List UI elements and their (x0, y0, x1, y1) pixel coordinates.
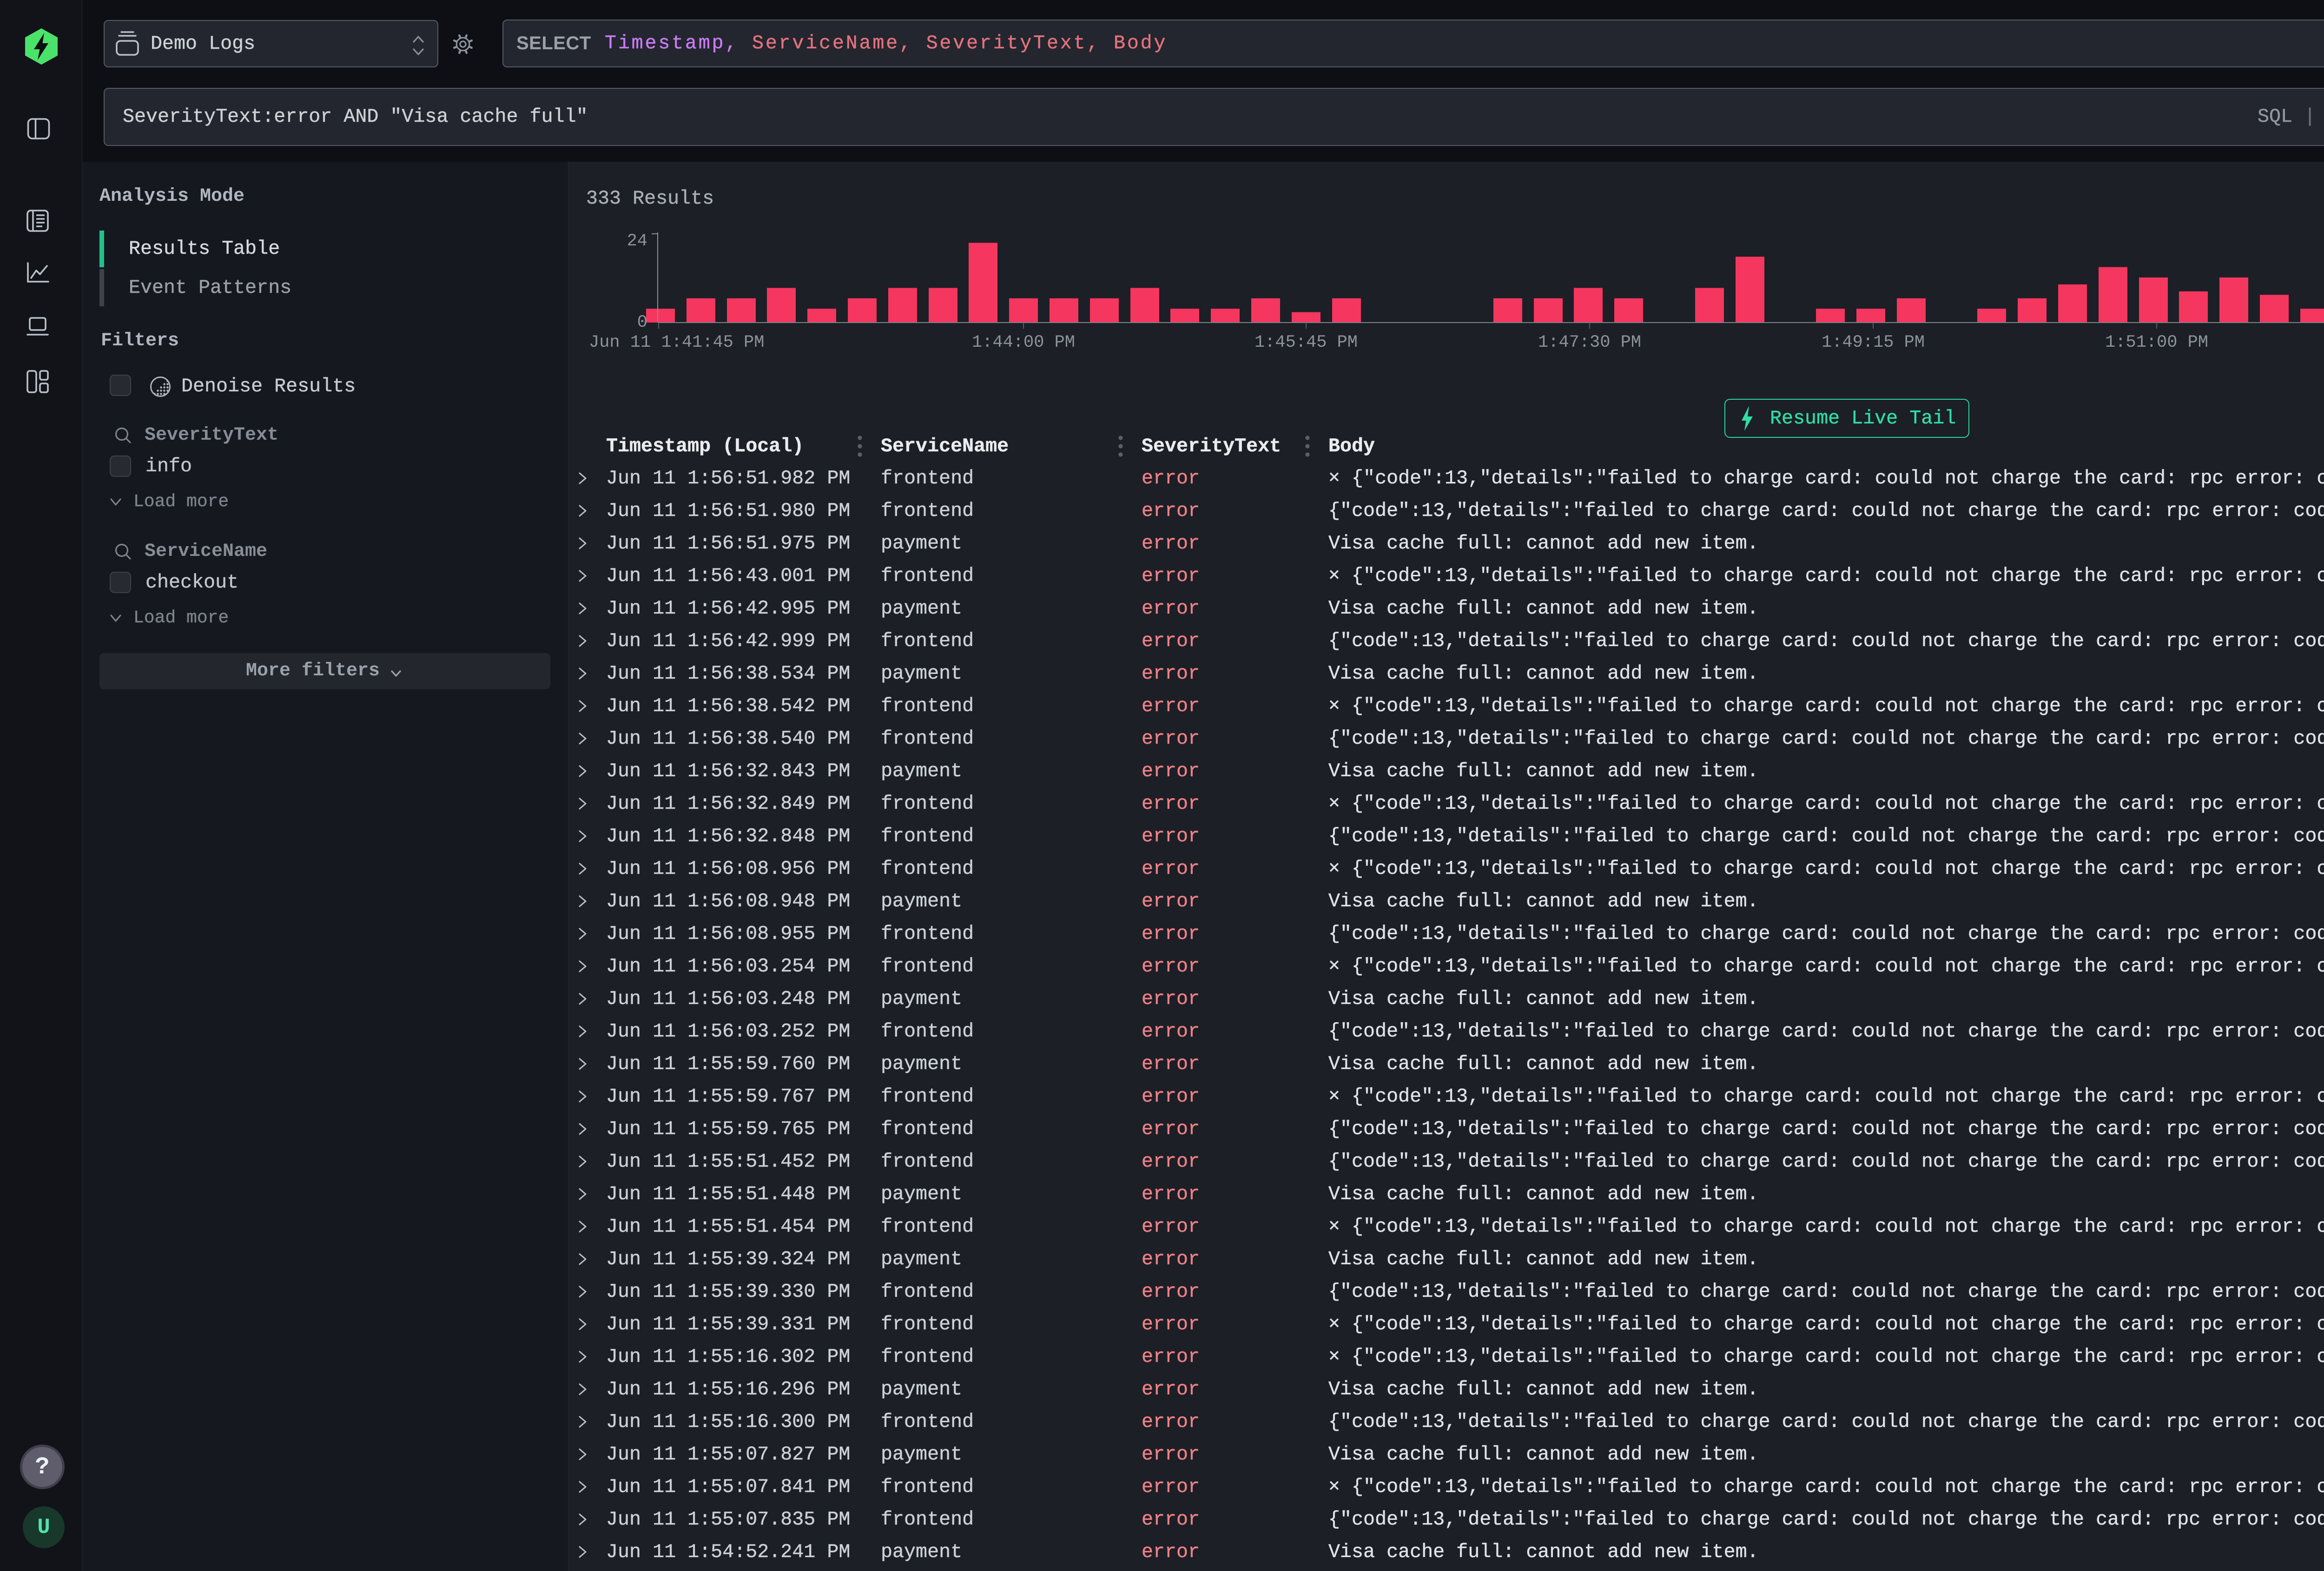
svg-text:Jun 11 1:41:45 PM: Jun 11 1:41:45 PM (589, 333, 764, 352)
svg-text:1:47:30 PM: 1:47:30 PM (1538, 333, 1641, 352)
svg-text:24: 24 (627, 231, 647, 251)
svg-text:1:51:00 PM: 1:51:00 PM (2105, 333, 2208, 352)
svg-text:1:49:15 PM: 1:49:15 PM (1822, 333, 1925, 352)
svg-text:0: 0 (637, 313, 647, 332)
svg-text:1:44:00 PM: 1:44:00 PM (972, 333, 1075, 352)
svg-text:1:45:45 PM: 1:45:45 PM (1254, 333, 1358, 352)
